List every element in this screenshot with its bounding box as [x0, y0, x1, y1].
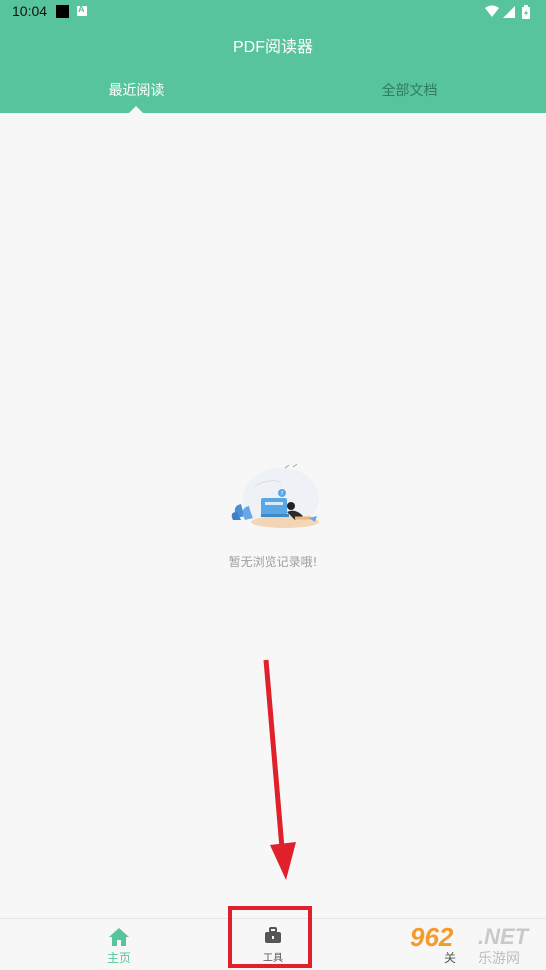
text-a-icon [77, 4, 87, 16]
notification-square-icon [56, 5, 69, 18]
watermark-number: 962 [410, 922, 454, 952]
site-watermark: 962 .NET 乐游网 [400, 922, 540, 967]
status-bar: 10:04 [0, 0, 546, 24]
status-icons [485, 5, 530, 19]
page-title: PDF阅读器 [232, 39, 313, 56]
app-header: 10:04 PDF阅读器 最近阅读 全部文档 [0, 0, 546, 114]
watermark-suffix: .NET [478, 924, 529, 949]
tab-all-documents[interactable]: 全部文档 [273, 80, 546, 100]
active-tab-indicator [128, 106, 144, 114]
tab-recent-reading[interactable]: 最近阅读 [0, 80, 273, 100]
battery-icon [522, 5, 530, 19]
home-icon [109, 928, 129, 946]
status-time: 10:04 [12, 3, 48, 19]
wifi-icon [485, 5, 499, 17]
signal-icon [503, 6, 515, 18]
empty-state-message: 暂无浏览记录哦! [228, 555, 318, 569]
empty-reading-illustration: ? [231, 463, 319, 528]
svg-text:?: ? [281, 491, 284, 497]
laptop-icon [261, 498, 289, 517]
highlight-box [228, 906, 312, 968]
nav-home[interactable]: 主页 [59, 919, 179, 970]
watermark-text: 乐游网 [478, 951, 520, 967]
nav-home-label: 主页 [106, 951, 131, 965]
